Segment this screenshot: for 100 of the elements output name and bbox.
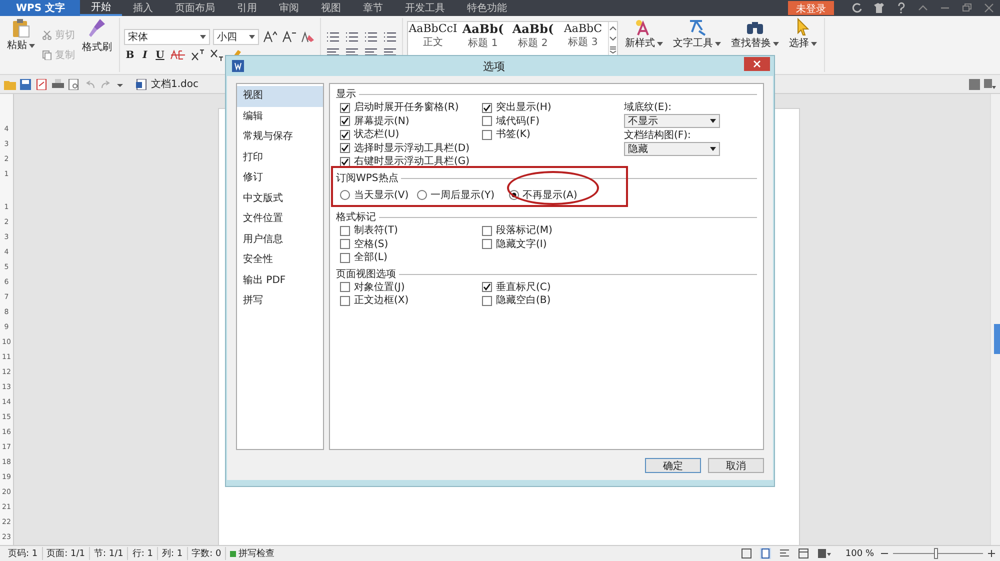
category-item[interactable]: 视图 bbox=[237, 86, 323, 106]
outline-view-icon[interactable] bbox=[779, 548, 790, 559]
checkbox-option[interactable]: 书签(K) bbox=[482, 128, 624, 142]
ribbon-tab[interactable]: 开发工具 bbox=[394, 0, 456, 16]
checkbox[interactable] bbox=[482, 296, 492, 306]
clear-format-icon[interactable] bbox=[301, 31, 315, 43]
paste-button[interactable]: 粘贴 bbox=[4, 18, 38, 52]
category-item[interactable]: 安全性 bbox=[237, 250, 323, 270]
restore-icon[interactable] bbox=[961, 2, 973, 14]
checkbox[interactable] bbox=[482, 116, 492, 126]
checkbox-option[interactable]: 隐藏空白(B) bbox=[482, 294, 624, 308]
checkbox-option[interactable]: 选择时显示浮动工具栏(D) bbox=[340, 142, 482, 155]
shirt-icon[interactable] bbox=[873, 2, 885, 14]
style-option[interactable]: AaBbCcI 正文 bbox=[408, 22, 458, 56]
radio-option[interactable]: 一周后显示(Y) bbox=[416, 188, 495, 202]
ribbon-tab[interactable]: 章节 bbox=[352, 0, 394, 16]
find-replace-button[interactable]: 查找替换 bbox=[728, 18, 782, 50]
checkbox-option[interactable]: 空格(S) bbox=[340, 238, 482, 251]
select-button[interactable]: 选择 bbox=[786, 18, 820, 50]
style-option[interactable]: AaBb( 标题 2 bbox=[508, 22, 558, 56]
dropdown[interactable]: 隐藏 bbox=[624, 142, 720, 156]
ribbon-tab[interactable]: 引用 bbox=[226, 0, 268, 16]
checkbox-option[interactable]: 屏幕提示(N) bbox=[340, 114, 482, 128]
close-button[interactable] bbox=[744, 57, 770, 71]
app-menu-button[interactable]: WPS 文字 bbox=[0, 0, 80, 16]
list-icon[interactable] bbox=[383, 31, 397, 43]
pin-icon[interactable] bbox=[969, 78, 980, 90]
category-item[interactable]: 用户信息 bbox=[237, 230, 323, 250]
category-item[interactable]: 编辑 bbox=[237, 106, 323, 127]
checkbox[interactable] bbox=[482, 282, 492, 292]
close-icon[interactable] bbox=[983, 2, 995, 14]
format-button[interactable]: B bbox=[124, 50, 136, 60]
checkbox-option[interactable]: 状态栏(U) bbox=[340, 128, 482, 142]
subscript-icon[interactable] bbox=[210, 49, 224, 61]
pdf-icon[interactable] bbox=[36, 78, 48, 90]
radio-option[interactable]: 当天显示(V) bbox=[340, 188, 409, 202]
style-option[interactable]: AaBbC 标题 3 bbox=[558, 22, 608, 56]
list-icon[interactable] bbox=[326, 31, 340, 43]
category-item[interactable]: 常规与保存 bbox=[237, 127, 323, 148]
radio-button[interactable] bbox=[340, 190, 350, 200]
spell-check-button[interactable]: 拼写检查 bbox=[226, 547, 278, 560]
print-icon[interactable] bbox=[52, 78, 64, 90]
checkbox-option[interactable]: 正文边框(X) bbox=[340, 294, 482, 308]
checkbox-option[interactable]: 对象位置(J) bbox=[340, 280, 482, 294]
checkbox[interactable] bbox=[340, 116, 350, 126]
dialog-button[interactable]: 确定 bbox=[645, 458, 701, 472]
font-size-field[interactable]: 小四 bbox=[213, 29, 259, 45]
new-style-button[interactable]: 新样式 bbox=[622, 18, 666, 50]
scrollbar[interactable] bbox=[990, 94, 1000, 545]
checkbox-option[interactable]: 域代码(F) bbox=[482, 114, 624, 128]
category-item[interactable]: 拼写 bbox=[237, 291, 323, 312]
category-item[interactable]: 中文版式 bbox=[237, 188, 323, 209]
shrink-font-icon[interactable] bbox=[282, 31, 296, 43]
checkbox[interactable] bbox=[340, 282, 350, 292]
dropdown[interactable]: 不显示 bbox=[624, 114, 720, 128]
checkbox[interactable] bbox=[482, 239, 492, 250]
full-screen-icon[interactable] bbox=[741, 548, 752, 559]
reading-view-icon[interactable] bbox=[817, 548, 832, 559]
zoom-in-icon[interactable] bbox=[987, 549, 996, 558]
checkbox[interactable] bbox=[340, 156, 350, 167]
checkbox[interactable] bbox=[482, 102, 492, 113]
font-field[interactable]: 宋体 bbox=[124, 29, 210, 45]
checkbox-option[interactable]: 段落标记(M) bbox=[482, 224, 624, 238]
preview-icon[interactable] bbox=[68, 78, 80, 90]
checkbox[interactable] bbox=[340, 252, 350, 263]
checkbox-option[interactable]: 制表符(T) bbox=[340, 224, 482, 238]
checkbox[interactable] bbox=[340, 239, 350, 250]
page-view-icon[interactable] bbox=[760, 548, 772, 559]
superscript-icon[interactable] bbox=[191, 49, 205, 61]
list-icon[interactable] bbox=[345, 31, 359, 43]
format-painter-button[interactable]: 格式刷 bbox=[79, 18, 115, 54]
checkbox-option[interactable]: 启动时展开任务窗格(R) bbox=[340, 101, 482, 114]
checkbox[interactable] bbox=[482, 130, 492, 140]
ribbon-tab[interactable]: 视图 bbox=[310, 0, 352, 16]
strikethrough-icon[interactable] bbox=[170, 49, 186, 61]
checkbox-option[interactable]: 全部(L) bbox=[340, 251, 482, 264]
format-button[interactable]: U bbox=[154, 50, 166, 60]
checkbox-option[interactable]: 突出显示(H) bbox=[482, 101, 624, 114]
category-item[interactable]: 修订 bbox=[237, 168, 323, 188]
checkbox-option[interactable]: 垂直标尺(C) bbox=[482, 280, 624, 294]
checkbox[interactable] bbox=[340, 143, 350, 154]
checkbox[interactable] bbox=[340, 102, 350, 113]
category-item[interactable]: 文件位置 bbox=[237, 209, 323, 230]
dialog-button[interactable]: 取消 bbox=[708, 458, 764, 472]
grow-font-icon[interactable] bbox=[263, 31, 277, 43]
format-button[interactable]: I bbox=[139, 50, 151, 60]
list-icon[interactable] bbox=[364, 31, 378, 43]
radio-button[interactable] bbox=[416, 190, 427, 200]
checkbox[interactable] bbox=[340, 226, 350, 236]
ribbon-tab[interactable]: 插入 bbox=[122, 0, 164, 16]
save-icon[interactable] bbox=[20, 78, 32, 90]
panel-menu-icon[interactable] bbox=[984, 78, 996, 90]
checkbox-option[interactable]: 隐藏文字(I) bbox=[482, 238, 624, 251]
category-item[interactable]: 输出 PDF bbox=[237, 270, 323, 291]
checkbox[interactable] bbox=[340, 296, 350, 306]
radio-option[interactable]: 不再显示(A) bbox=[508, 188, 578, 202]
text-tools-button[interactable]: 文字工具 bbox=[670, 18, 724, 50]
ribbon-tab[interactable]: 页面布局 bbox=[164, 0, 226, 16]
category-item[interactable]: 打印 bbox=[237, 148, 323, 168]
ribbon-tab[interactable]: 审阅 bbox=[268, 0, 310, 16]
